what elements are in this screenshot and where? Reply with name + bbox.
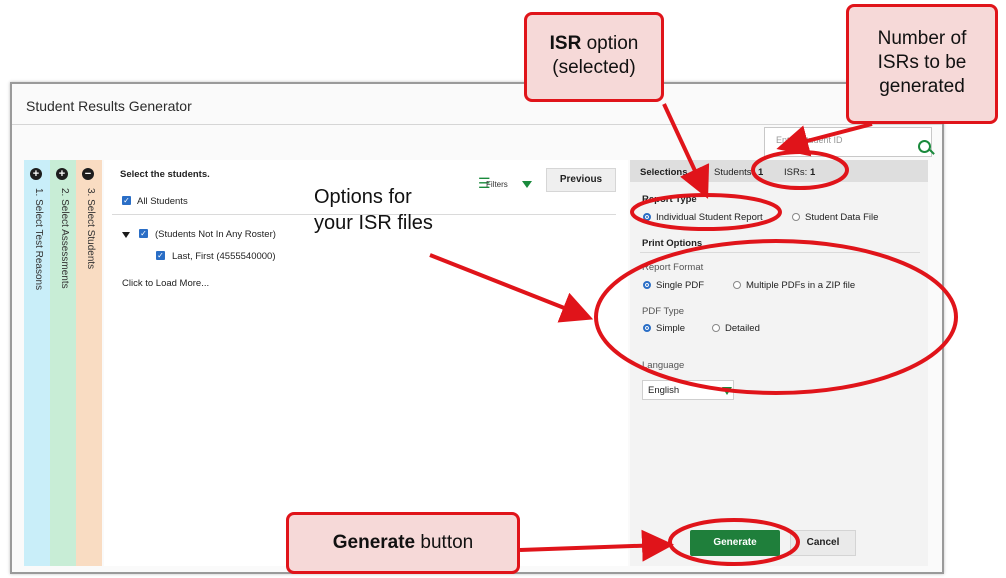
tab-select-test-reasons[interactable]: + 1. Select Test Reasons [24,160,50,566]
annotation-text: your ISR files [314,212,433,234]
single-pdf-label: Single PDF [656,280,705,291]
isr-option-callout: ISR option (selected) [524,12,664,102]
student-checkbox[interactable]: ✓ [156,251,165,260]
all-students-label: All Students [137,196,188,207]
isr-count-callout: Number of ISRs to be generated [846,4,998,124]
roster-group-checkbox[interactable]: ✓ [139,229,148,238]
filters-button-label[interactable]: Filters [486,180,508,189]
tab-select-students[interactable]: − 3. Select Students [76,160,102,566]
isr-radio[interactable] [643,213,651,221]
tab-select-assessments[interactable]: + 2. Select Assessments [50,160,76,566]
divider [640,252,920,253]
print-options-heading: Print Options [642,238,703,249]
language-label: Language [642,360,685,371]
selections-label: Selections [640,167,688,178]
students-heading: Select the students. [120,169,210,180]
tab-label: 3. Select Students [85,188,96,270]
window-title: Student Results Generator [26,98,192,114]
expand-group-icon[interactable] [122,232,130,238]
generate-callout: Generate button [286,512,520,574]
chevron-down-icon[interactable] [722,387,732,395]
multiple-pdfs-label: Multiple PDFs in a ZIP file [746,280,856,291]
plus-circle-icon: + [30,168,42,180]
filters-dropdown-icon[interactable] [522,181,532,188]
cancel-button[interactable]: Cancel [790,530,856,556]
detailed-label: Detailed [725,323,760,334]
callout-text: option [586,33,639,54]
pdf-type-label: PDF Type [642,306,685,317]
student-data-file-label: Student Data File [805,212,879,223]
load-more-link[interactable]: Click to Load More... [122,278,209,289]
search-icon[interactable] [918,140,931,153]
plus-circle-icon: + [56,168,68,180]
student-label: Last, First (4555540000) [172,251,276,262]
roster-group-label: (Students Not In Any Roster) [155,229,276,240]
isrs-count-label: ISRs: [784,167,808,178]
search-placeholder: Enter Student ID [776,135,843,145]
tab-label: 2. Select Assessments [59,188,70,289]
isr-option-label: Individual Student Report [656,212,763,223]
callout-bold: Generate [332,532,416,553]
single-pdf-radio[interactable] [643,281,651,289]
multiple-pdfs-radio[interactable] [733,281,741,289]
previous-button[interactable]: Previous [546,168,616,192]
callout-text: Number of [877,28,967,49]
callout-text: (selected) [552,57,636,78]
title-divider [12,124,942,125]
callout-text: button [420,532,474,553]
report-format-label: Report Format [642,262,704,273]
callout-text: generated [879,76,965,97]
generate-button[interactable]: Generate [690,530,780,556]
tab-label: 1. Select Test Reasons [33,188,44,291]
isrs-count: 1 [810,167,816,178]
language-value: English [648,385,680,396]
students-count-label: Students: [714,167,755,178]
simple-label: Simple [656,323,686,334]
all-students-checkbox[interactable]: ✓ [122,196,131,205]
detailed-radio[interactable] [712,324,720,332]
student-data-file-radio[interactable] [792,213,800,221]
minus-circle-icon: − [82,168,94,180]
print-options-annotation: Options for your ISR files [314,184,433,236]
callout-bold: ISR [549,33,582,54]
callout-text: ISRs to be [877,52,967,73]
students-count: 1 [758,167,764,178]
report-type-heading: Report Type [642,194,697,205]
simple-radio[interactable] [643,324,651,332]
annotation-text: Options for [314,186,412,208]
